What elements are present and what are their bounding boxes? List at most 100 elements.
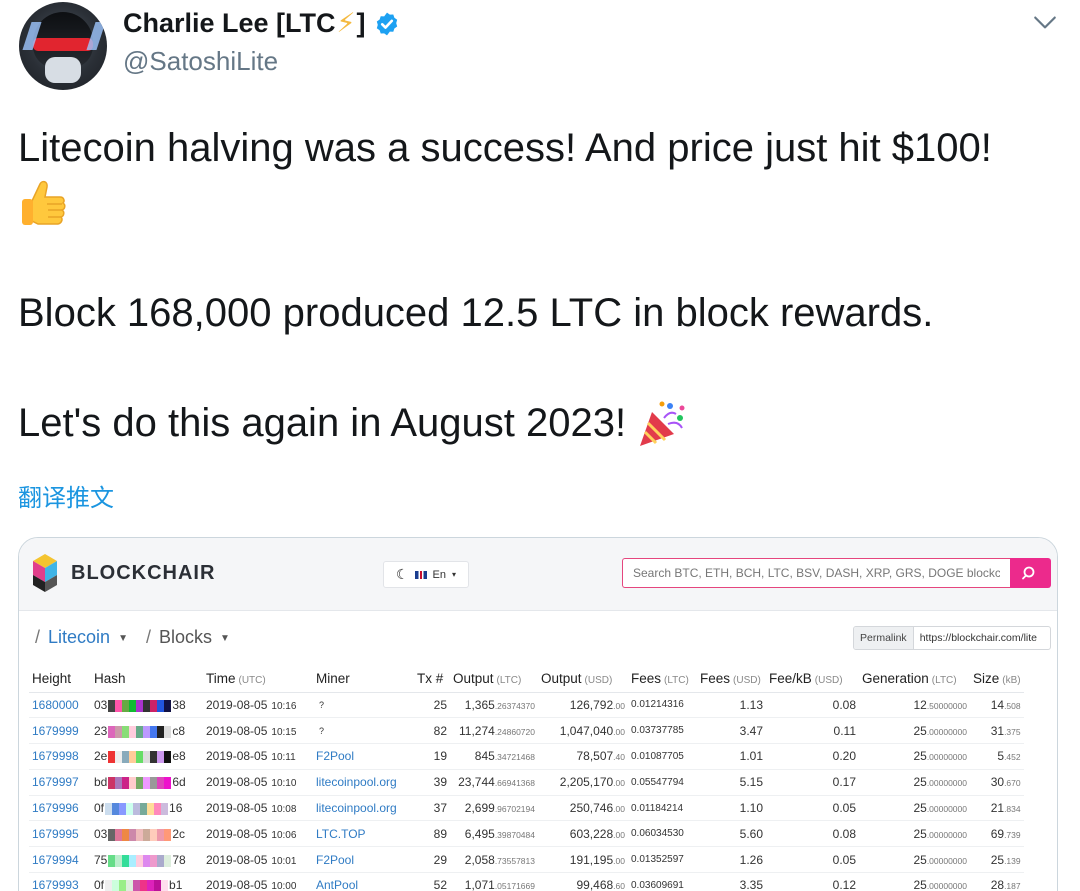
column-name: Time <box>206 671 236 687</box>
column-header[interactable]: Fees (LTC) <box>628 666 697 693</box>
hash-color-block <box>164 725 172 738</box>
table-row[interactable]: 1679994 75 78 2019-08-05 10:01 F2Pool 29 2,058.… <box>29 846 1024 874</box>
output-usd-dec: .00 <box>613 726 625 737</box>
block-date: 2019-08-05 <box>206 801 268 816</box>
table-row[interactable]: 1679996 0f 16 2019-08-05 10:08 litecoinpool.o… <box>29 795 1024 822</box>
fees-usd: 1.01 <box>697 743 766 770</box>
column-header[interactable]: Height <box>29 666 91 693</box>
search-input[interactable] <box>622 558 1010 588</box>
table-row[interactable]: 1679993 0f b1 2019-08-05 10:00 AntPool 52 1,071… <box>29 872 1024 891</box>
output-ltc: 11,274.24860720 <box>450 717 538 745</box>
hash-color-block <box>108 854 116 867</box>
blockchair-brand[interactable]: BLOCKCHAIR <box>71 562 215 585</box>
block-miner[interactable]: litecoinpool.org <box>313 795 414 822</box>
moon-icon[interactable]: ☾ <box>396 566 409 583</box>
breadcrumb-section[interactable]: Blocks <box>159 627 212 647</box>
table-row[interactable]: 1679999 23 c8 2019-08-05 10:15? 82 11,274.2486… <box>29 717 1024 745</box>
attached-image[interactable]: BLOCKCHAIR ☾ En ▾ / Litecoin ▼ / Blocks ▼ Per… <box>18 537 1058 891</box>
fees-usd: 3.47 <box>697 717 766 745</box>
table-row[interactable]: 1679998 2e e8 2019-08-05 10:11 F2Pool 19 845.34… <box>29 743 1024 770</box>
author-handle[interactable]: @SatoshiLite <box>123 46 278 77</box>
hash-color-block <box>108 777 116 790</box>
table-row[interactable]: 1679995 03 2c 2019-08-05 10:06 LTC.TOP 89 6,495… <box>29 820 1024 848</box>
block-height-link[interactable]: 1679999 <box>29 717 91 745</box>
hash-color-block <box>150 699 158 712</box>
hash-color-block <box>136 828 144 841</box>
column-header[interactable]: Tx # <box>414 666 450 693</box>
hash-color-block <box>154 880 162 891</box>
hash-color-block <box>108 828 116 841</box>
block-height-link[interactable]: 1679996 <box>29 795 91 822</box>
avatar[interactable] <box>19 2 107 90</box>
block-height-link[interactable]: 1679998 <box>29 743 91 770</box>
size-dec: .670 <box>1004 778 1021 789</box>
block-height-link[interactable]: 1679995 <box>29 820 91 848</box>
hash-color-block <box>133 802 141 815</box>
tx-count: 37 <box>414 795 450 822</box>
block-miner[interactable]: litecoinpool.org <box>313 769 414 796</box>
hash-color-block <box>143 854 151 867</box>
breadcrumb-coin[interactable]: Litecoin <box>48 627 110 647</box>
block-height-link[interactable]: 1679994 <box>29 846 91 874</box>
hash-color-block <box>129 699 137 712</box>
column-header[interactable]: Generation (LTC) <box>859 666 970 693</box>
hash-color-block <box>147 880 155 891</box>
hash-identicon <box>105 880 169 891</box>
block-size: 14.508 <box>970 692 1024 719</box>
hash-start: 2e <box>94 749 108 764</box>
column-unit: (LTC) <box>931 675 957 687</box>
column-header[interactable]: Miner <box>313 666 414 693</box>
column-name: Fees <box>700 671 731 687</box>
caret-down-icon[interactable]: ▼ <box>118 633 128 644</box>
column-unit: (UTC) <box>238 675 266 687</box>
block-miner[interactable]: F2Pool <box>313 743 414 770</box>
permalink-box[interactable]: Permalink https://blockchair.com/lite <box>853 626 1051 650</box>
translate-tweet-link[interactable]: 翻译推文 <box>18 478 114 513</box>
block-miner[interactable]: AntPool <box>313 872 414 891</box>
lightning-icon: ⚡ <box>336 8 356 38</box>
author-name[interactable]: Charlie Lee [LTC ⚡] <box>123 8 400 39</box>
block-height-link[interactable]: 1679997 <box>29 769 91 796</box>
column-header[interactable]: Hash <box>91 666 203 693</box>
column-header[interactable]: Output (LTC) <box>450 666 538 693</box>
search-button[interactable] <box>1010 558 1051 588</box>
column-header[interactable]: Size (kB) <box>970 666 1024 693</box>
generation-dec: .00000000 <box>926 804 967 815</box>
block-hash[interactable]: 03 2c <box>91 820 203 848</box>
column-header[interactable]: Fees (USD) <box>697 666 766 693</box>
table-row[interactable]: 1680000 03 38 2019-08-05 10:16? 25 1,365.26374… <box>29 692 1024 719</box>
block-hash[interactable]: 03 38 <box>91 692 203 719</box>
fee-per-kb: 0.12 <box>766 872 859 891</box>
column-header[interactable]: Fee/kB (USD) <box>766 666 859 693</box>
block-miner[interactable]: LTC.TOP <box>313 820 414 848</box>
generation-int: 25 <box>913 801 927 816</box>
language-selector[interactable]: ☾ En ▾ <box>383 561 469 588</box>
generation-dec: .00000000 <box>926 855 967 866</box>
block-hash[interactable]: 2e e8 <box>91 743 203 770</box>
column-header[interactable]: Output (USD) <box>538 666 628 693</box>
column-header[interactable]: Time (UTC) <box>203 666 313 693</box>
block-height-link[interactable]: 1680000 <box>29 692 91 719</box>
caret-down-icon[interactable]: ▼ <box>220 633 230 644</box>
fees-ltc: 0.03609691 <box>628 872 697 891</box>
block-hash[interactable]: bd 6d <box>91 769 203 796</box>
search-icon <box>1022 566 1035 580</box>
fees-ltc: 0.01087705 <box>628 743 697 770</box>
hash-color-block <box>105 880 113 891</box>
block-miner[interactable]: F2Pool <box>313 846 414 874</box>
tx-count: 82 <box>414 717 450 745</box>
block-hash[interactable]: 0f 16 <box>91 795 203 822</box>
output-usd: 2,205,170.00 <box>538 769 628 796</box>
block-size: 25.139 <box>970 846 1024 874</box>
block-hash[interactable]: 23 c8 <box>91 717 203 745</box>
breadcrumb-separator: / <box>145 627 151 647</box>
permalink-url[interactable]: https://blockchair.com/lite <box>914 627 1043 649</box>
block-height-link[interactable]: 1679993 <box>29 872 91 891</box>
hash-color-block <box>122 828 130 841</box>
table-row[interactable]: 1679997 bd 6d 2019-08-05 10:10 litecoinpool.o… <box>29 769 1024 796</box>
block-size: 31.375 <box>970 717 1024 745</box>
block-hash[interactable]: 0f b1 <box>91 872 203 891</box>
output-usd-dec: .00 <box>613 804 625 815</box>
chevron-down-icon[interactable] <box>1032 10 1058 36</box>
block-hash[interactable]: 75 78 <box>91 846 203 874</box>
